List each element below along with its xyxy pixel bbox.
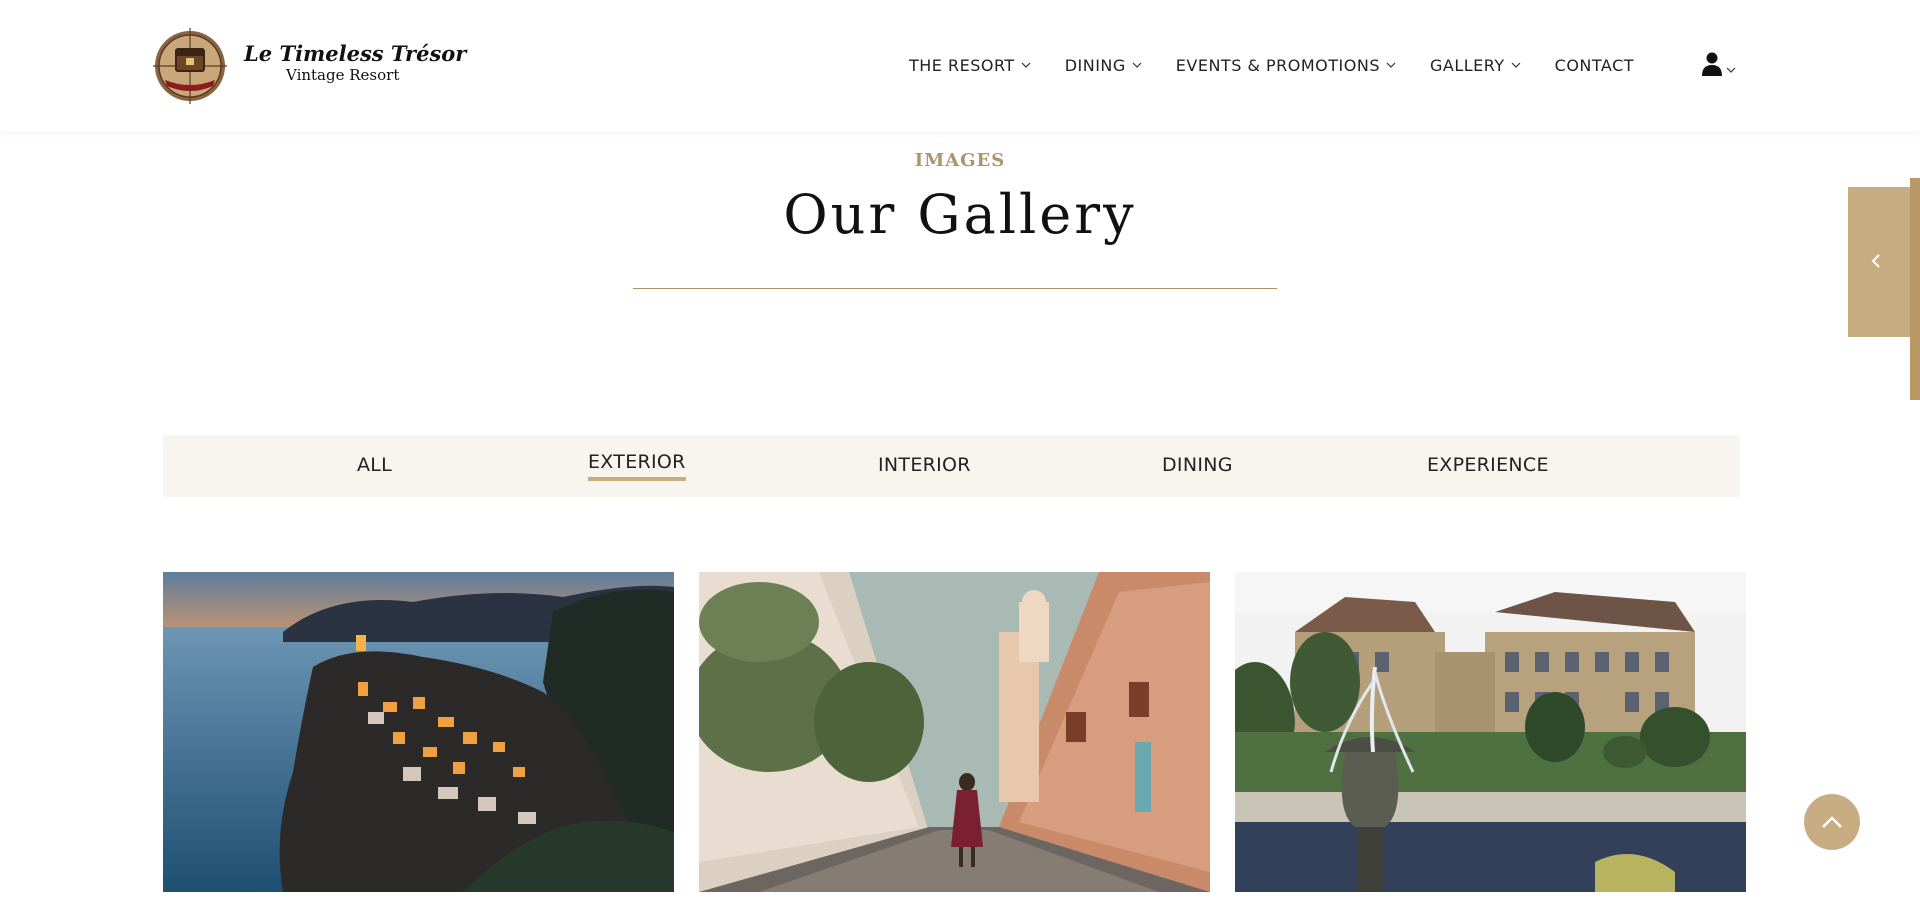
filter-tab-all[interactable]: ALL xyxy=(357,454,392,476)
nav-item-dining[interactable]: DINING xyxy=(1065,56,1142,75)
book-now-button[interactable]: BOOK NOW xyxy=(1813,187,1910,337)
nav-label: CONTACT xyxy=(1554,55,1635,75)
brand-title: Le Timeless Trésor xyxy=(244,41,467,66)
chevron-down-icon xyxy=(1386,62,1396,68)
chevron-down-icon xyxy=(1021,62,1031,68)
gallery-image-manor-garden[interactable] xyxy=(1235,572,1746,892)
user-icon xyxy=(1702,52,1722,76)
filter-tab-dining[interactable]: DINING xyxy=(1162,454,1233,476)
filter-tab-interior[interactable]: INTERIOR xyxy=(878,454,971,476)
filter-tab-experience[interactable]: EXPERIENCE xyxy=(1427,454,1549,476)
book-now-label: BOOK NOW xyxy=(1813,212,1831,311)
nav-item-contact[interactable]: CONTACT xyxy=(1555,56,1634,75)
nav-label: EVENTS & PROMOTIONS xyxy=(1175,55,1380,75)
page-title: Our Gallery xyxy=(783,183,1137,246)
section-eyebrow: IMAGES xyxy=(914,150,1006,171)
nav-item-gallery[interactable]: GALLERY xyxy=(1430,56,1521,75)
chevron-down-icon xyxy=(1511,62,1521,68)
book-now-edge xyxy=(1910,178,1920,400)
chevron-left-icon xyxy=(1871,254,1880,268)
gallery-image-cobblestone-street[interactable] xyxy=(699,572,1210,892)
title-divider xyxy=(633,288,1277,289)
logo-icon[interactable] xyxy=(153,28,227,104)
nav-label: THE RESORT xyxy=(909,55,1015,75)
chevron-down-icon xyxy=(1132,62,1142,68)
gallery-image-coastal-village[interactable] xyxy=(163,572,674,892)
gallery-filter-bar: ALL EXTERIOR INTERIOR DINING EXPERIENCE xyxy=(163,435,1740,497)
nav-item-the-resort[interactable]: THE RESORT xyxy=(909,56,1031,75)
nav-item-events-promotions[interactable]: EVENTS & PROMOTIONS xyxy=(1176,56,1396,75)
nav-label: GALLERY xyxy=(1429,55,1505,75)
filter-tab-exterior[interactable]: EXTERIOR xyxy=(588,451,686,481)
brand-name[interactable]: Le Timeless Trésor Vintage Resort xyxy=(244,41,484,83)
brand-tagline: Vintage Resort xyxy=(286,66,400,84)
site-header: Le Timeless Trésor Vintage Resort THE RE… xyxy=(0,0,1920,131)
main-nav: THE RESORT DINING EVENTS & PROMOTIONS GA… xyxy=(909,53,1634,77)
nav-label: DINING xyxy=(1064,55,1126,75)
scroll-to-top-button[interactable] xyxy=(1804,794,1860,850)
chevron-up-icon xyxy=(1822,816,1842,828)
user-menu-button[interactable] xyxy=(1702,52,1736,76)
chevron-down-icon xyxy=(1726,67,1736,73)
